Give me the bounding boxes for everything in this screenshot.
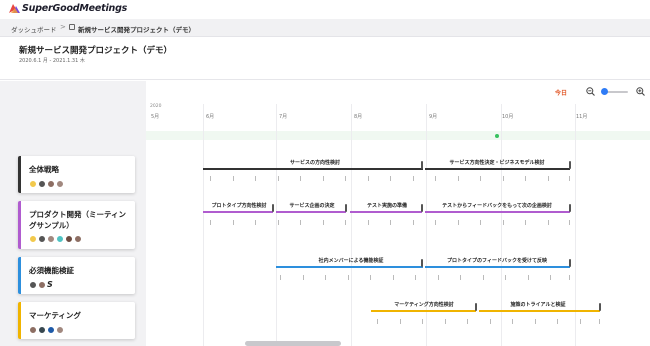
task-resize-handle[interactable] <box>421 161 423 169</box>
task-bar[interactable] <box>425 168 570 170</box>
avatar[interactable] <box>29 326 37 334</box>
avatar[interactable] <box>29 180 37 188</box>
task-label[interactable]: サービス企画の決定 <box>289 202 334 209</box>
task-bar[interactable] <box>425 211 570 213</box>
task-resize-handle[interactable] <box>345 204 347 212</box>
group-color-bar <box>18 302 21 339</box>
top-bar: SuperGoodMeetings <box>0 0 650 19</box>
task-resize-handle[interactable] <box>475 303 477 311</box>
task-bar[interactable] <box>350 211 422 213</box>
avatar[interactable] <box>47 235 55 243</box>
row-ticks <box>203 220 573 226</box>
avatar[interactable] <box>56 180 64 188</box>
task-label[interactable]: プロトタイプのフィードバックを受けて反映 <box>447 257 547 264</box>
group-color-bar <box>18 257 21 294</box>
zoom-slider-handle[interactable] <box>601 88 608 95</box>
avatar[interactable] <box>56 326 64 334</box>
breadcrumb: ダッシュボード > 新規サービス開発プロジェクト（デモ） <box>0 19 650 37</box>
zoom-out-icon[interactable] <box>586 87 595 96</box>
group-card-validation[interactable]: 必須機能検証 S <box>18 257 135 294</box>
task-resize-handle[interactable] <box>569 161 571 169</box>
group-name: プロダクト開発（ミーティングサンプル） <box>29 210 127 230</box>
task-bar[interactable] <box>425 266 570 268</box>
month-label: 10月 <box>502 114 514 120</box>
project-dates: 2020.6.1 月 - 2021.1.31 木 <box>19 58 85 64</box>
group-card-strategy[interactable]: 全体戦略 <box>18 156 135 193</box>
task-bar[interactable] <box>479 310 600 312</box>
avatar[interactable] <box>47 326 55 334</box>
task-resize-handle[interactable] <box>599 303 601 311</box>
month-label: 5月 <box>151 114 160 120</box>
month-label: 11月 <box>576 114 588 120</box>
today-button[interactable]: 今日 <box>555 88 567 97</box>
project-icon <box>69 24 75 30</box>
today-marker <box>495 134 499 138</box>
task-resize-handle[interactable] <box>421 259 423 267</box>
group-name: マーケティング <box>29 311 81 320</box>
zoom-in-icon[interactable] <box>636 87 645 96</box>
month-label: 6月 <box>206 114 215 120</box>
task-label[interactable]: サービスの方向性検討 <box>290 159 340 166</box>
task-bar[interactable] <box>203 168 423 170</box>
task-label[interactable]: サービス方向性決定・ビジネスモデル検討 <box>449 159 544 166</box>
task-label[interactable]: マーケティング方向性検討 <box>394 301 454 308</box>
task-bar[interactable] <box>276 266 423 268</box>
project-header: 新規サービス開発プロジェクト（デモ） 2020.6.1 月 - 2021.1.3… <box>0 37 650 80</box>
group-color-bar <box>18 201 21 249</box>
task-resize-handle[interactable] <box>569 259 571 267</box>
avatar[interactable] <box>29 235 37 243</box>
group-name: 必須機能検証 <box>29 266 74 275</box>
page-title: 新規サービス開発プロジェクト（デモ） <box>19 46 173 56</box>
logo-icon <box>9 4 20 13</box>
avatar[interactable] <box>38 235 46 243</box>
task-label[interactable]: 社内メンバーによる機能検証 <box>319 257 384 264</box>
breadcrumb-dashboard-link[interactable]: ダッシュボード <box>11 24 57 34</box>
avatar[interactable] <box>74 235 82 243</box>
task-label[interactable]: 施策のトライアルと検証 <box>511 301 566 308</box>
avatar[interactable] <box>38 281 46 289</box>
task-resize-handle[interactable] <box>272 204 274 212</box>
month-label: 9月 <box>429 114 438 120</box>
group-card-product[interactable]: プロダクト開発（ミーティングサンプル） <box>18 201 135 249</box>
horizontal-scrollbar[interactable] <box>245 341 341 346</box>
app-logo-text[interactable]: SuperGoodMeetings <box>22 3 127 14</box>
group-avatars <box>29 180 64 188</box>
task-bar[interactable] <box>203 211 273 213</box>
month-label: 8月 <box>354 114 363 120</box>
avatar-initial[interactable]: S <box>47 281 55 289</box>
group-list: 全体戦略 プロダクト開発（ミーティングサンプル） 必須機能検証 S マーケティン… <box>0 81 146 346</box>
avatar[interactable] <box>47 180 55 188</box>
group-name: 全体戦略 <box>29 165 59 174</box>
breadcrumb-current: 新規サービス開発プロジェクト（デモ） <box>78 26 195 34</box>
group-avatars: S <box>29 281 55 289</box>
row-ticks <box>371 319 603 325</box>
task-label[interactable]: テストからフィードバックをもって次の企画検討 <box>442 202 552 209</box>
gantt-chart: 今日 2020 5月 6月 7月 8月 9月 10月 11月 サービスの方向性検… <box>146 81 650 346</box>
timeline-year: 2020 <box>150 104 162 109</box>
row-ticks <box>203 176 573 182</box>
breadcrumb-separator: > <box>60 23 66 31</box>
task-resize-handle[interactable] <box>421 204 423 212</box>
avatar[interactable] <box>38 180 46 188</box>
avatar[interactable] <box>56 235 64 243</box>
avatar[interactable] <box>65 235 73 243</box>
task-label[interactable]: プロトタイプ方向性検討 <box>211 202 266 209</box>
task-bar[interactable] <box>371 310 476 312</box>
group-color-bar <box>18 156 21 193</box>
task-resize-handle[interactable] <box>569 204 571 212</box>
group-card-marketing[interactable]: マーケティング <box>18 302 135 339</box>
month-label: 7月 <box>279 114 288 120</box>
avatar[interactable] <box>29 281 37 289</box>
group-avatars <box>29 235 82 243</box>
row-ticks <box>276 275 573 281</box>
task-bar[interactable] <box>276 211 346 213</box>
avatar[interactable] <box>38 326 46 334</box>
group-avatars <box>29 326 64 334</box>
task-label[interactable]: テスト実施の準備 <box>367 202 407 209</box>
